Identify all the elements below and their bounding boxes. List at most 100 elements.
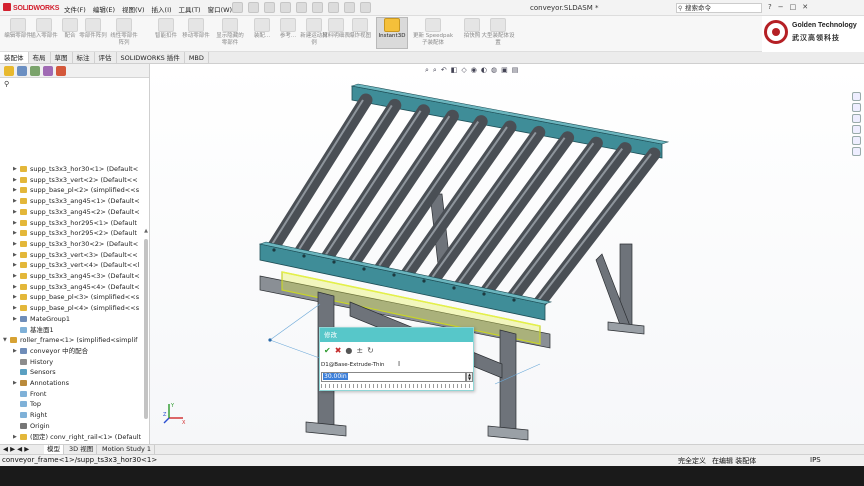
custom-properties-icon[interactable] <box>852 147 861 156</box>
tree-item[interactable]: ▶ supp_ts3x3_vert<4> (Default<<l <box>0 260 148 270</box>
zoom-to-area-icon[interactable]: ⌕ <box>433 66 437 75</box>
tree-item[interactable]: Sensors <box>0 367 148 377</box>
reset-spin-increment-icon[interactable]: ± <box>356 346 363 355</box>
tab-model[interactable]: 模型 <box>44 445 64 454</box>
undo-icon[interactable] <box>296 2 307 13</box>
collapse-arrow-icon[interactable]: ▶ <box>13 346 17 356</box>
open-document-icon[interactable] <box>248 2 259 13</box>
graphics-area[interactable]: ⌕ ⌕ ↶ ◧ ◇ ◉ ◐ ◍ ▣ ▤ <box>150 64 864 444</box>
options-gear-icon[interactable] <box>360 2 371 13</box>
tab-motion-study[interactable]: Motion Study 1 <box>99 445 156 454</box>
instant3d-button[interactable]: Instant3D <box>376 17 408 49</box>
previous-view-icon[interactable]: ↶ <box>441 66 447 75</box>
menu-insert[interactable]: 插入(I) <box>152 4 172 14</box>
tree-item[interactable]: ▶ supp_ts3x3_hor30<2> (Default< <box>0 239 148 249</box>
file-properties-icon[interactable] <box>344 2 355 13</box>
collapse-arrow-icon[interactable]: ▶ <box>13 271 17 281</box>
display-manager-icon[interactable] <box>56 66 66 76</box>
tab-3d-views[interactable]: 3D 视图 <box>66 445 98 454</box>
component-pattern-button[interactable]: 零部件阵列 <box>77 18 109 40</box>
collapse-arrow-icon[interactable]: ▶ <box>13 282 17 292</box>
apply-scene-icon[interactable]: ▣ <box>501 66 508 75</box>
collapse-arrow-icon[interactable]: ▶ <box>13 207 17 217</box>
ok-check-icon[interactable]: ✔ <box>324 346 331 355</box>
tab-scroll-arrows[interactable]: ◀ ▶ ◀ ▶ <box>0 445 44 454</box>
select-icon[interactable] <box>312 2 323 13</box>
tree-item[interactable]: ▶ supp_ts3x3_hor30<1> (Default< <box>0 164 148 174</box>
tree-item[interactable]: ▶ (固定) conv_right_rail<1> (Default <box>0 432 148 442</box>
view-settings-icon[interactable]: ▤ <box>512 66 519 75</box>
tree-item[interactable]: ▶ supp_ts3x3_hor295<1> (Default <box>0 218 148 228</box>
collapse-arrow-icon[interactable]: ▶ <box>13 228 17 238</box>
rebuild-traffic-light-icon[interactable]: ● <box>345 346 352 355</box>
zoom-to-fit-icon[interactable]: ⌕ <box>425 66 429 75</box>
tree-item[interactable]: ▶ supp_ts3x3_vert<3> (Default<< <box>0 250 148 260</box>
tree-item[interactable]: ▶ supp_base_pl<4> (simplified<<s <box>0 303 148 313</box>
tree-item[interactable]: Front <box>0 389 148 399</box>
collapse-arrow-icon[interactable]: ▶ <box>13 196 17 206</box>
collapse-arrow-icon[interactable]: ▶ <box>13 250 17 260</box>
tree-item[interactable]: ▶ MateGroup1 <box>0 314 148 324</box>
show-hidden-components-button[interactable]: 显示隐藏的零部件 <box>214 18 246 47</box>
tree-item[interactable]: ▶ supp_base_pl<3> (simplified<<s <box>0 292 148 302</box>
tree-item[interactable]: ▶ conveyor 中的配合 <box>0 346 148 356</box>
tree-item[interactable]: Top <box>0 399 148 409</box>
tree-item[interactable]: ▶ supp_ts3x3_hor295<2> (Default <box>0 228 148 238</box>
view-orientation-icon[interactable]: ◇ <box>461 66 466 75</box>
collapse-arrow-icon[interactable]: ▶ <box>13 185 17 195</box>
menu-view[interactable]: 视图(V) <box>122 4 145 14</box>
rebuild-icon[interactable] <box>328 2 339 13</box>
exploded-view-button[interactable]: 爆炸视图 <box>344 18 376 40</box>
tree-item[interactable]: 基准面1 <box>0 325 148 335</box>
expand-arrow-icon[interactable]: ▼ <box>3 335 7 345</box>
tree-item[interactable]: History <box>0 357 148 367</box>
menu-window[interactable]: 窗口(W) <box>208 4 233 14</box>
hide-show-items-icon[interactable]: ◐ <box>481 66 487 75</box>
dimension-value-input[interactable]: 30.00in <box>321 372 466 382</box>
cancel-x-icon[interactable]: ✖ <box>335 346 342 355</box>
collapse-arrow-icon[interactable]: ▶ <box>13 175 17 185</box>
collapse-arrow-icon[interactable]: ▶ <box>13 218 17 228</box>
menu-tools[interactable]: 工具(T) <box>179 4 201 14</box>
tab-markup[interactable]: 标注 <box>73 52 95 63</box>
view-palette-icon[interactable] <box>852 125 861 134</box>
solidworks-logo[interactable]: SOLIDWORKS <box>3 3 59 12</box>
tree-item[interactable]: ▶ supp_base_pl<2> (simplified<<s <box>0 185 148 195</box>
collapse-arrow-icon[interactable]: ▶ <box>13 292 17 302</box>
menu-file[interactable]: 文件(F) <box>64 4 86 14</box>
collapse-arrow-icon[interactable]: ▶ <box>13 164 17 174</box>
collapse-arrow-icon[interactable]: ▶ <box>13 303 17 313</box>
minimize-icon[interactable]: − <box>778 3 784 11</box>
section-view-icon[interactable]: ◧ <box>451 66 458 75</box>
move-component-button[interactable]: 移动零部件 <box>180 18 212 40</box>
menu-edit[interactable]: 编辑(E) <box>93 4 115 14</box>
value-spinner[interactable]: ▲ ▼ <box>466 372 473 382</box>
collapse-arrow-icon[interactable]: ▶ <box>13 260 17 270</box>
tree-item[interactable]: Right <box>0 410 148 420</box>
dimxpert-manager-icon[interactable] <box>43 66 53 76</box>
thumbwheel-slider[interactable] <box>321 384 472 388</box>
tree-item[interactable]: ▶ supp_ts3x3_ang45<2> (Default< <box>0 207 148 217</box>
collapse-arrow-icon[interactable]: ▶ <box>13 239 17 249</box>
solidworks-resources-icon[interactable] <box>852 92 861 101</box>
tree-item[interactable]: ▶ supp_ts3x3_ang45<3> (Default< <box>0 271 148 281</box>
large-assembly-settings-button[interactable]: 大型装配体设置 <box>480 18 516 47</box>
save-icon[interactable] <box>264 2 275 13</box>
linear-pattern-button[interactable]: 线性零部件阵列 <box>108 18 140 47</box>
close-icon[interactable]: ✕ <box>802 3 808 11</box>
design-library-icon[interactable] <box>852 103 861 112</box>
display-style-icon[interactable]: ◉ <box>471 66 477 75</box>
help-icon[interactable]: ? <box>768 3 772 11</box>
configuration-manager-icon[interactable] <box>30 66 40 76</box>
tab-layout[interactable]: 布局 <box>29 52 51 63</box>
filter-icon[interactable]: ⚲ <box>4 80 9 88</box>
property-manager-icon[interactable] <box>17 66 27 76</box>
tab-evaluate[interactable]: 评估 <box>95 52 117 63</box>
tree-item[interactable]: ▶ Annotations <box>0 378 148 388</box>
file-explorer-icon[interactable] <box>852 114 861 123</box>
tab-sketch[interactable]: 草图 <box>51 52 73 63</box>
search-commands-input[interactable]: ⚲ 搜索命令 <box>676 3 762 13</box>
tab-assembly[interactable]: 装配体 <box>0 52 29 63</box>
appearances-icon[interactable] <box>852 136 861 145</box>
unit-system-button[interactable]: IPS <box>810 456 821 464</box>
